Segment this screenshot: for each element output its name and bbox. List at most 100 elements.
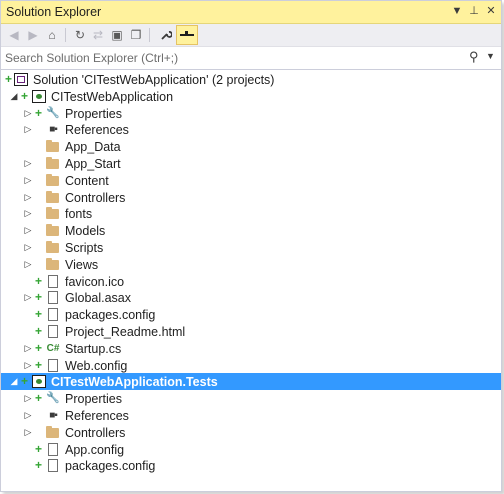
- window-position-dropdown-icon[interactable]: ▼: [450, 4, 464, 19]
- tree-item[interactable]: ▷ + Global.asax: [1, 289, 501, 306]
- expand-arrow-icon[interactable]: ▷: [23, 425, 33, 439]
- tree-item[interactable]: ▷ ■▪ References: [1, 121, 501, 138]
- tree-item-label: Controllers: [65, 425, 126, 440]
- tree-item[interactable]: ▷ + Web.config: [1, 357, 501, 374]
- toolbar-separator: [65, 28, 66, 42]
- folder-shape: [46, 190, 59, 203]
- pin-icon[interactable]: ⊥: [467, 4, 481, 19]
- tree-item[interactable]: + favicon.ico: [1, 273, 501, 290]
- tree-item[interactable]: + Project_Readme.html: [1, 323, 501, 340]
- expand-arrow-icon[interactable]: ▷: [23, 223, 33, 237]
- expand-arrow-icon[interactable]: ▷: [23, 240, 33, 254]
- collapse-arrow-icon[interactable]: ◢: [9, 374, 19, 388]
- folder-shape: [46, 257, 59, 270]
- folder-icon: [45, 240, 61, 255]
- preview-selected-items-button[interactable]: [176, 25, 198, 45]
- tree-item[interactable]: ▷ Controllers: [1, 189, 501, 206]
- tree-item-label: App.config: [65, 442, 125, 457]
- tree-item[interactable]: ▷ Models: [1, 222, 501, 239]
- tree-item[interactable]: ◢ + CITestWebApplication.Tests: [1, 373, 501, 391]
- git-added-icon: +: [35, 307, 43, 322]
- tree-item-label: Models: [65, 224, 106, 239]
- tree-item[interactable]: ▷ ■▪ References: [1, 407, 501, 424]
- expand-arrow-icon[interactable]: ▷: [23, 173, 33, 187]
- tree-item-label: CITestWebApplication: [51, 89, 174, 104]
- tree-item[interactable]: ▷ + C# Startup.cs: [1, 340, 501, 357]
- expand-arrow-icon[interactable]: ▷: [23, 341, 33, 355]
- tree-item[interactable]: ▷ App_Start: [1, 155, 501, 172]
- wrench-icon: 🔧: [46, 106, 60, 119]
- tree-item[interactable]: + packages.config: [1, 306, 501, 323]
- expand-arrow-icon[interactable]: ▷: [23, 290, 33, 304]
- file-shape: [48, 459, 58, 473]
- references-icon: ■▪: [49, 124, 58, 136]
- collapse-all-button[interactable]: ▣: [108, 26, 126, 44]
- folder-shape: [46, 140, 59, 153]
- show-all-files-button[interactable]: ❐: [127, 26, 145, 44]
- sync-button[interactable]: ↻: [71, 26, 89, 44]
- search-options-dropdown-icon[interactable]: ▼: [486, 51, 495, 61]
- file-icon: [45, 358, 61, 373]
- refresh-button[interactable]: ⇄: [89, 26, 107, 44]
- git-added-icon: +: [35, 441, 43, 456]
- git-added-icon: +: [35, 324, 43, 338]
- back-button[interactable]: ◀: [5, 26, 23, 44]
- solution-explorer-panel: Solution Explorer ▼ ⊥ ✕ ◀ ▶ ⌂ ↻ ⇄ ▣ ❐ Se…: [0, 0, 502, 492]
- close-icon[interactable]: ✕: [484, 4, 498, 19]
- folder-icon: [45, 139, 61, 154]
- tree-item[interactable]: ◢ + CITestWebApplication: [1, 88, 501, 105]
- expand-arrow-icon[interactable]: ▷: [23, 408, 33, 422]
- properties-button[interactable]: [157, 26, 175, 44]
- tree-item[interactable]: App_Data: [1, 138, 501, 155]
- tree-item-label: References: [65, 409, 129, 423]
- expand-arrow-icon[interactable]: ▷: [23, 257, 33, 271]
- tree-item[interactable]: ▷ Controllers: [1, 424, 501, 441]
- folder-shape: [46, 207, 59, 220]
- tree-item-label: packages.config: [65, 308, 156, 323]
- git-added-icon: +: [35, 290, 43, 305]
- tree-item-label: Solution 'CITestWebApplication' (2 proje…: [33, 73, 275, 87]
- tree-item[interactable]: + packages.config: [1, 457, 501, 474]
- tree-item[interactable]: ▷ Content: [1, 172, 501, 189]
- tree-item[interactable]: ▷ Views: [1, 256, 501, 273]
- folder-shape: [46, 241, 59, 253]
- git-added-icon: +: [35, 105, 43, 120]
- tree-item[interactable]: ▷ + 🔧 Properties: [1, 105, 501, 122]
- project-shape: [32, 89, 46, 103]
- expand-arrow-icon[interactable]: ▷: [23, 391, 33, 405]
- tree-item[interactable]: + App.config: [1, 441, 501, 458]
- project-shape: [32, 375, 46, 389]
- expand-arrow-icon[interactable]: ▷: [23, 106, 33, 120]
- git-added-icon: +: [35, 357, 43, 372]
- folder-shape: [46, 157, 59, 169]
- forward-button[interactable]: ▶: [24, 26, 42, 44]
- expand-arrow-icon[interactable]: ▷: [23, 122, 33, 136]
- folder-shape: [46, 173, 59, 186]
- file-icon: [45, 290, 61, 305]
- file-icon: [45, 458, 61, 473]
- expand-arrow-icon[interactable]: ▷: [23, 358, 33, 372]
- folder-icon: [45, 190, 61, 205]
- tree-item[interactable]: ▷ fonts: [1, 205, 501, 222]
- tree-item[interactable]: ▷ Scripts: [1, 239, 501, 256]
- search-icon[interactable]: ⚲: [469, 49, 479, 65]
- file-shape: [48, 274, 58, 288]
- search-box[interactable]: Search Solution Explorer (Ctrl+;) ⚲ ▼: [1, 47, 501, 70]
- collapse-arrow-icon[interactable]: ◢: [9, 89, 19, 103]
- tree-item-label: packages.config: [65, 459, 156, 474]
- tree-item[interactable]: + Solution 'CITestWebApplication' (2 proj…: [1, 71, 501, 88]
- home-button[interactable]: ⌂: [43, 26, 61, 44]
- folder-shape: [46, 425, 59, 438]
- expand-arrow-icon[interactable]: ▷: [23, 190, 33, 204]
- search-input[interactable]: Search Solution Explorer (Ctrl+;): [5, 51, 178, 65]
- panel-title: Solution Explorer: [6, 5, 102, 19]
- tree-item[interactable]: ▷ + 🔧 Properties: [1, 390, 501, 407]
- expand-arrow-icon[interactable]: ▷: [23, 156, 33, 170]
- expand-arrow-icon[interactable]: ▷: [23, 206, 33, 220]
- folder-icon: [45, 173, 61, 188]
- file-shape: [48, 291, 58, 305]
- folder-icon: [45, 206, 61, 221]
- tree-item-label: favicon.ico: [65, 274, 125, 289]
- toolbar-separator: [149, 28, 150, 42]
- file-icon: [45, 442, 61, 457]
